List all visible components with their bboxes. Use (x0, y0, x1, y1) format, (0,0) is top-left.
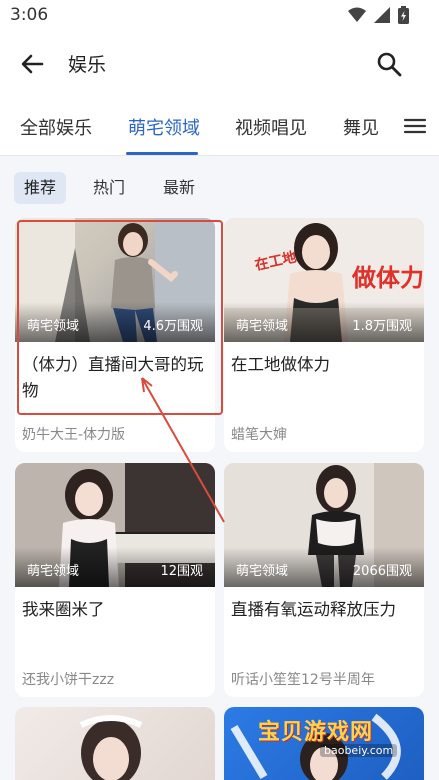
card-category: 萌宅领域 (236, 319, 289, 334)
filter-chips: 推荐 热门 最新 (0, 166, 439, 210)
menu-icon[interactable] (403, 116, 427, 136)
tab-video-singing[interactable]: 视频唱见 (235, 114, 307, 140)
streamer-figure (79, 715, 143, 780)
app-bar: 娱乐 (0, 32, 439, 94)
battery-icon (398, 6, 409, 24)
card-title: 我来圈米了 (22, 600, 105, 619)
card-author: 奶牛大王-体力版 (22, 427, 126, 443)
card-title: 在工地做体力 (231, 355, 330, 374)
card-author: 还我小饼干zzz (22, 672, 115, 688)
stream-thumbnail: 在工地 做体力 萌宅领域 1.8万围观 (224, 218, 424, 342)
annotation-highlight-box (17, 220, 223, 415)
signal-icon (374, 7, 390, 23)
card-author: 听话小笙笙12号半周年 (231, 672, 375, 688)
stream-card-partial[interactable] (15, 707, 215, 780)
card-category: 萌宅领域 (236, 564, 289, 579)
card-views: 2066围观 (352, 564, 412, 579)
stream-card[interactable]: 萌宅领域 12围观 我来圈米了 还我小饼干zzz (15, 463, 215, 697)
status-bar: 3:06 (0, 0, 439, 32)
tab-mengzhai[interactable]: 萌宅领域 (128, 114, 200, 140)
watermark-url: baobeiy.com (320, 744, 398, 757)
stream-card[interactable]: 萌宅领域 2066围观 直播有氧运动释放压力 听话小笙笙12号半周年 (224, 463, 424, 697)
watermark: 宝贝游戏网 baobeiy.com (258, 712, 436, 768)
tab-all-entertainment[interactable]: 全部娱乐 (20, 114, 92, 140)
search-icon[interactable] (375, 50, 403, 78)
filter-latest[interactable]: 最新 (153, 172, 205, 204)
page-title: 娱乐 (68, 54, 107, 76)
status-time: 3:06 (10, 5, 49, 25)
card-category: 萌宅领域 (27, 564, 80, 579)
stream-thumbnail: 萌宅领域 2066围观 (224, 463, 424, 587)
category-tabs: 全部娱乐 萌宅领域 视频唱见 舞见 (0, 94, 439, 156)
stream-card[interactable]: 在工地 做体力 萌宅领域 1.8万围观 在工地做体力 蜡笔大婶 (224, 218, 424, 452)
card-views: 1.8万围观 (352, 319, 412, 334)
wifi-icon (348, 7, 366, 22)
watermark-text: 宝贝游戏网 (258, 720, 374, 745)
active-tab-indicator (126, 152, 198, 155)
stream-thumbnail: 萌宅领域 12围观 (15, 463, 215, 587)
card-views: 12围观 (160, 564, 203, 579)
tab-dance[interactable]: 舞见 (343, 114, 379, 140)
thumbnail-overlay-text: 做体力 (352, 264, 424, 292)
back-arrow-icon[interactable] (18, 50, 46, 78)
filter-recommended[interactable]: 推荐 (14, 172, 67, 204)
stream-thumbnail (15, 707, 215, 780)
status-icons (348, 6, 409, 24)
filter-hot[interactable]: 热门 (83, 172, 135, 204)
card-author: 蜡笔大婶 (231, 427, 287, 443)
card-title: 直播有氧运动释放压力 (231, 600, 396, 619)
